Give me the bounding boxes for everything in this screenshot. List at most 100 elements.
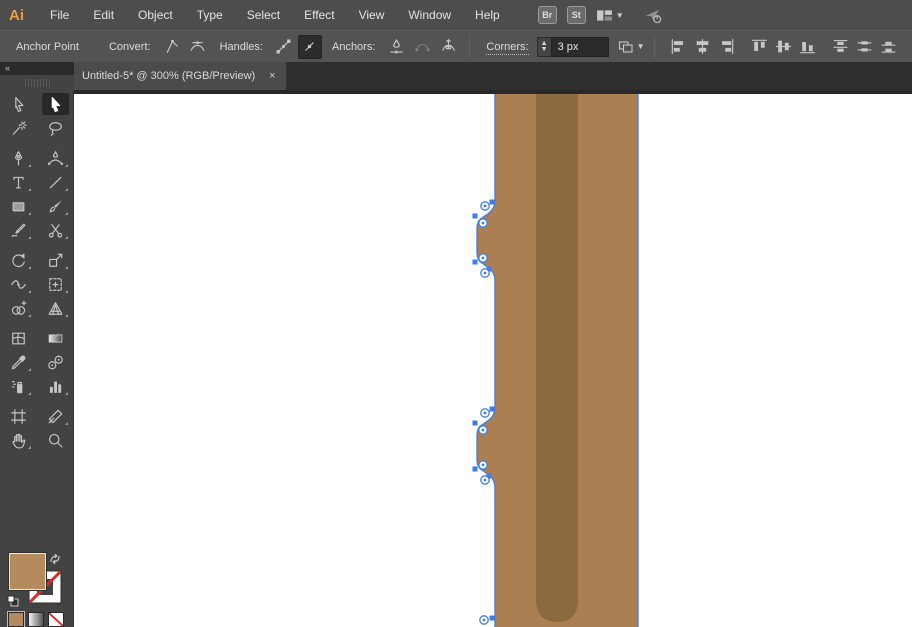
- fill-stroke-controls: [0, 548, 74, 627]
- corner-widget[interactable]: [479, 254, 487, 262]
- anchor-point[interactable]: [490, 200, 495, 205]
- default-fill-stroke-icon[interactable]: [7, 594, 19, 612]
- bridge-button[interactable]: Br: [538, 6, 557, 24]
- menu-help[interactable]: Help: [463, 0, 512, 30]
- workspace-switcher-icon[interactable]: ▼: [596, 7, 624, 24]
- connect-anchors-button[interactable]: [410, 35, 434, 59]
- column-graph-tool[interactable]: [37, 374, 74, 398]
- mesh-tool[interactable]: [0, 326, 37, 350]
- convert-label: Convert:: [109, 41, 151, 53]
- distribute-vertical-top-button[interactable]: [829, 34, 853, 60]
- menu-object[interactable]: Object: [126, 0, 185, 30]
- distribute-vertical-center-button[interactable]: [853, 34, 877, 60]
- anchor-point[interactable]: [490, 616, 495, 621]
- anchor-point[interactable]: [473, 467, 478, 472]
- document-tab[interactable]: Untitled-5* @ 300% (RGB/Preview) ×: [74, 62, 286, 90]
- convert-to-smooth-button[interactable]: [186, 35, 210, 59]
- scissors-tool[interactable]: [37, 218, 74, 242]
- lasso-tool[interactable]: [37, 116, 74, 140]
- corner-widget[interactable]: [479, 426, 487, 434]
- zoom-tool[interactable]: [37, 428, 74, 452]
- blend-tool[interactable]: [37, 350, 74, 374]
- distribute-vertical-bottom-button[interactable]: [877, 34, 901, 60]
- anchor-point[interactable]: [490, 407, 495, 412]
- align-vertical-top-button[interactable]: [748, 34, 772, 60]
- corners-label[interactable]: Corners:: [486, 41, 528, 53]
- gradient-tool[interactable]: [37, 326, 74, 350]
- anchor-point[interactable]: [473, 260, 478, 265]
- anchor-point[interactable]: [473, 214, 478, 219]
- magic-wand-tool[interactable]: [0, 116, 37, 140]
- menu-effect[interactable]: Effect: [292, 0, 346, 30]
- separator: [469, 35, 470, 59]
- color-style-button[interactable]: [8, 612, 24, 627]
- scale-tool[interactable]: [37, 248, 74, 272]
- menubar-right: Br St ▼: [538, 6, 663, 25]
- illustrator-logo[interactable]: Ai: [9, 7, 24, 24]
- toolbar-grip[interactable]: [25, 79, 51, 87]
- artwork-layer: [74, 94, 912, 627]
- none-style-button[interactable]: [48, 612, 64, 627]
- slice-tool[interactable]: [37, 404, 74, 428]
- tab-strip: Untitled-5* @ 300% (RGB/Preview) ×: [74, 62, 912, 90]
- artboard-tool[interactable]: [0, 404, 37, 428]
- perspective-grid-tool[interactable]: [37, 296, 74, 320]
- select-similar-button[interactable]: ▼: [618, 35, 645, 59]
- fill-color-well[interactable]: [9, 553, 46, 590]
- align-vertical-center-button[interactable]: [772, 34, 796, 60]
- gradient-style-button[interactable]: [28, 612, 44, 627]
- menu-edit[interactable]: Edit: [81, 0, 126, 30]
- align-buttons: [667, 34, 912, 60]
- eyedropper-tool[interactable]: [0, 350, 37, 374]
- corner-widget[interactable]: [481, 476, 489, 484]
- corner-widget[interactable]: [480, 616, 488, 624]
- free-transform-tool[interactable]: [37, 272, 74, 296]
- corner-widget[interactable]: [479, 219, 487, 227]
- hide-handles-button[interactable]: [298, 35, 322, 59]
- align-horizontal-center-button[interactable]: [691, 34, 715, 60]
- align-vertical-bottom-button[interactable]: [796, 34, 820, 60]
- menu-select[interactable]: Select: [235, 0, 292, 30]
- type-tool[interactable]: [0, 170, 37, 194]
- tools-grid: [0, 90, 73, 452]
- curvature-tool[interactable]: [37, 146, 74, 170]
- remove-anchors-button[interactable]: [384, 35, 408, 59]
- shape-builder-tool[interactable]: [0, 296, 37, 320]
- hand-tool[interactable]: [0, 428, 37, 452]
- menu-view[interactable]: View: [347, 0, 397, 30]
- corners-stepper[interactable]: ▲▼: [537, 37, 551, 57]
- swap-fill-stroke-icon[interactable]: [48, 552, 62, 571]
- selection-tool[interactable]: [0, 92, 37, 116]
- align-horizontal-left-button[interactable]: [667, 34, 691, 60]
- toolbar-dock-header: «: [0, 62, 74, 90]
- menu-file[interactable]: File: [38, 0, 81, 30]
- pen-tool[interactable]: [0, 146, 37, 170]
- rectangle-tool[interactable]: [0, 194, 37, 218]
- align-horizontal-right-button[interactable]: [715, 34, 739, 60]
- menu-window[interactable]: Window: [396, 0, 463, 30]
- artboard-canvas[interactable]: [74, 94, 912, 627]
- chevron-down-icon: ▼: [616, 11, 624, 20]
- anchors-label: Anchors:: [332, 41, 375, 53]
- paintbrush-tool[interactable]: [37, 194, 74, 218]
- symbol-sprayer-tool[interactable]: [0, 374, 37, 398]
- corner-widget[interactable]: [481, 202, 489, 210]
- shaper-tool[interactable]: [0, 218, 37, 242]
- stock-button[interactable]: St: [567, 6, 586, 24]
- corner-widget[interactable]: [479, 461, 487, 469]
- close-tab-icon[interactable]: ×: [269, 70, 275, 82]
- show-handles-button[interactable]: [272, 35, 296, 59]
- corners-input[interactable]: 3 px: [551, 37, 609, 57]
- anchor-point[interactable]: [473, 421, 478, 426]
- collapse-toolbar-button[interactable]: «: [0, 62, 74, 75]
- corner-widget[interactable]: [481, 269, 489, 277]
- gpu-performance-icon[interactable]: [644, 6, 663, 25]
- width-tool[interactable]: [0, 272, 37, 296]
- cut-path-at-anchors-button[interactable]: [436, 35, 460, 59]
- rotate-tool[interactable]: [0, 248, 37, 272]
- direct-selection-tool[interactable]: [37, 92, 74, 116]
- menu-type[interactable]: Type: [185, 0, 235, 30]
- line-segment-tool[interactable]: [37, 170, 74, 194]
- convert-to-corner-button[interactable]: [160, 35, 184, 59]
- corner-widget[interactable]: [481, 409, 489, 417]
